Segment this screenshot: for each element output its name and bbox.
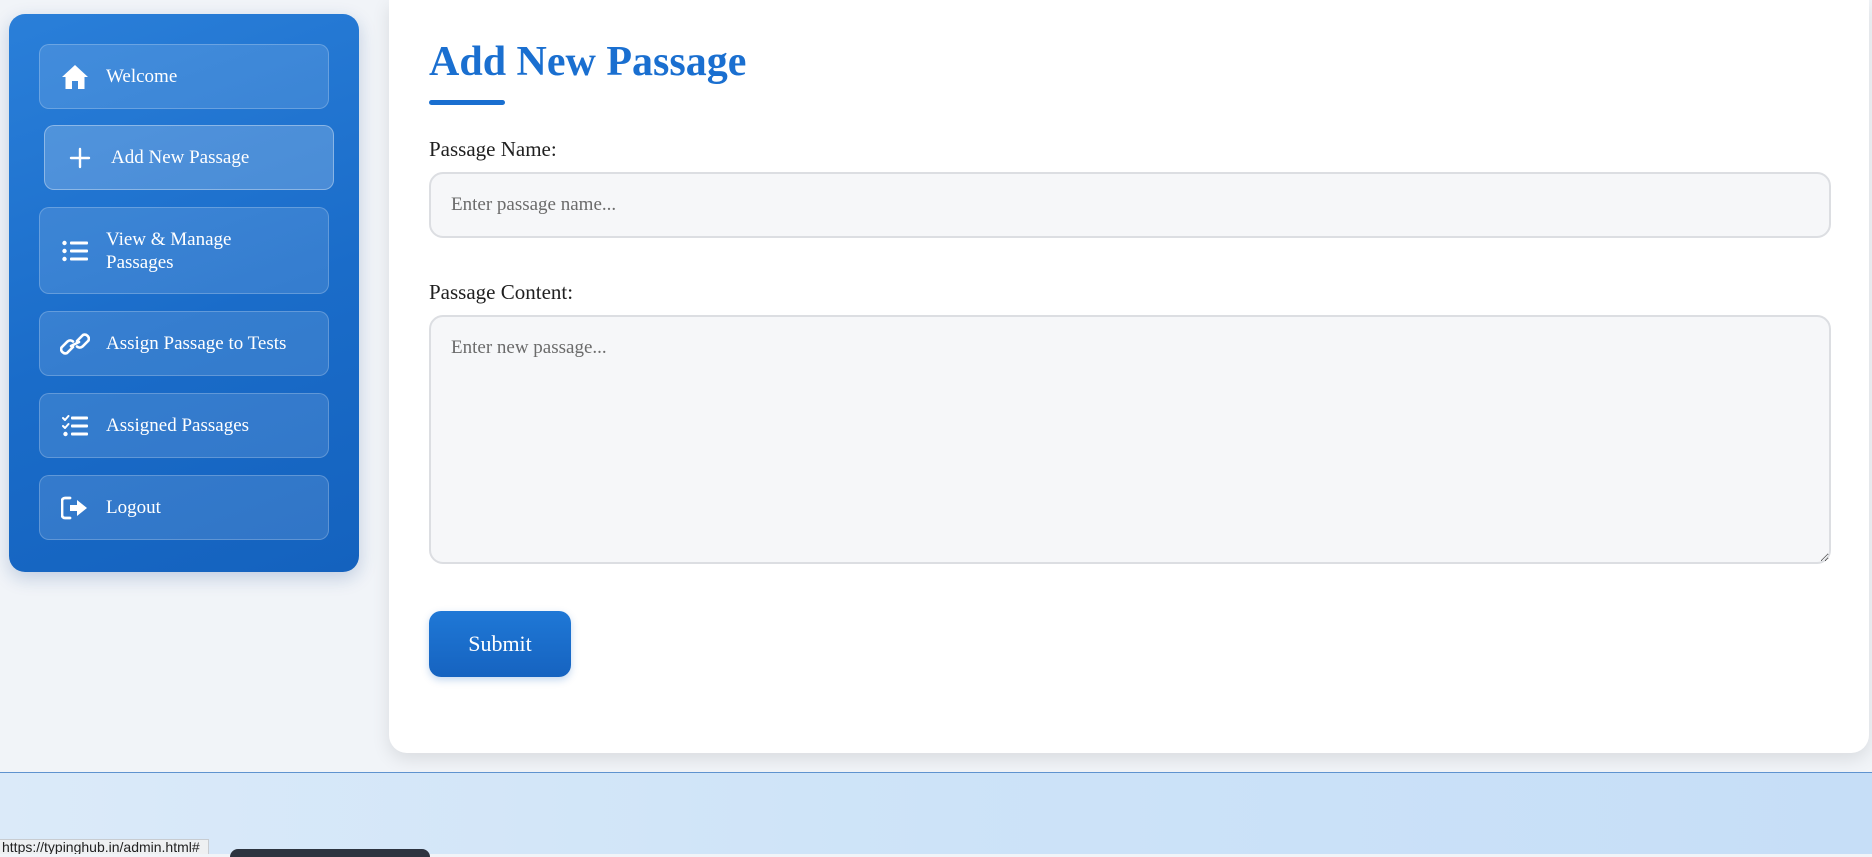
sidebar-item-welcome[interactable]: Welcome (39, 44, 329, 109)
status-bar-url: https://typinghub.in/admin.html# (0, 839, 209, 854)
title-underline (429, 100, 505, 105)
sidebar-item-assigned-passages[interactable]: Assigned Passages (39, 393, 329, 458)
checklist-icon (60, 411, 90, 441)
page-title: Add New Passage (429, 39, 747, 85)
plus-icon (65, 143, 95, 173)
sidebar-item-add-new-passage[interactable]: Add New Passage (44, 125, 334, 190)
passage-content-textarea[interactable] (429, 315, 1831, 564)
sidebar-item-assign-passage[interactable]: Assign Passage to Tests (39, 311, 329, 376)
passage-name-label: Passage Name: (429, 137, 557, 161)
add-passage-card: Add New Passage Passage Name: Passage Co… (389, 0, 1869, 753)
logout-icon (60, 493, 90, 523)
sidebar-item-label: View & Manage Passages (106, 228, 232, 273)
floating-bar (230, 849, 430, 857)
sidebar-item-label: Assign Passage to Tests (106, 333, 287, 354)
link-icon (60, 329, 90, 359)
passage-name-input[interactable] (429, 172, 1831, 238)
home-icon (60, 62, 90, 92)
sidebar-item-label: Logout (106, 497, 161, 518)
sidebar-item-label: Add New Passage (111, 147, 250, 168)
submit-button[interactable]: Submit (429, 611, 571, 677)
sidebar-item-label: Assigned Passages (106, 415, 250, 436)
sidebar-item-logout[interactable]: Logout (39, 475, 329, 540)
sidebar-item-label: Welcome (106, 66, 178, 87)
list-icon (60, 236, 90, 266)
sidebar: Welcome Add New Passage View & Manage Pa… (9, 14, 359, 572)
passage-content-label: Passage Content: (429, 280, 574, 304)
sidebar-item-view-manage-passages[interactable]: View & Manage Passages (39, 207, 329, 294)
footer-band (0, 772, 1872, 854)
